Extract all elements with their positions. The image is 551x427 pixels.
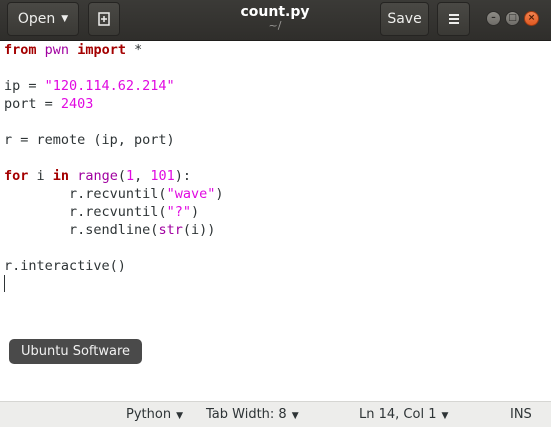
window-title-area: count.py ~/ [200, 4, 350, 32]
code-line: r.sendline(str(i)) [4, 222, 216, 238]
window-title: count.py [240, 4, 310, 20]
code-line: ​ [4, 113, 223, 131]
code-editor[interactable]: from pwn import *​ip = "120.114.62.214"p… [0, 41, 551, 401]
window-subtitle: ~/ [268, 19, 282, 32]
chevron-down-icon: ▼ [441, 411, 449, 421]
code-line: r.recvuntil("wave") [4, 186, 224, 202]
code-line: for i in range(1, 101): [4, 168, 192, 184]
minimize-icon[interactable]: – [486, 11, 501, 26]
status-bar: Python ▼ Tab Width: 8 ▼ Ln 14, Col 1 ▼ INS [0, 401, 551, 427]
close-icon[interactable]: × [524, 11, 539, 26]
hamburger-menu-icon [448, 14, 459, 24]
open-button-label: Open [17, 11, 56, 27]
ubuntu-software-tooltip: Ubuntu Software [9, 339, 143, 364]
cursor-position-label: Ln 14, Col 1 [359, 407, 437, 422]
cursor-position-selector[interactable]: Ln 14, Col 1 ▼ [359, 407, 448, 424]
save-button[interactable]: Save [380, 2, 429, 36]
chevron-down-icon: ▼ [61, 14, 69, 24]
code-line: ​ [4, 275, 223, 293]
code-line: ​ [4, 149, 223, 167]
header-bar: Open ▼ count.py ~/ Save – □ × [0, 0, 551, 41]
new-document-button[interactable] [88, 2, 120, 36]
language-selector[interactable]: Python ▼ [126, 407, 183, 424]
code-line: r.interactive() [4, 258, 126, 274]
code-line: r.recvuntil("?") [4, 204, 200, 220]
text-cursor [4, 275, 5, 292]
code-text: from pwn import *​ip = "120.114.62.214"p… [4, 41, 223, 293]
language-label: Python [126, 407, 172, 422]
code-line: ip = "120.114.62.214" [4, 78, 175, 94]
menu-button[interactable] [437, 2, 470, 36]
code-line: ​ [4, 59, 223, 77]
tab-width-label: Tab Width: 8 [206, 407, 287, 422]
open-button[interactable]: Open ▼ [7, 2, 79, 36]
code-line: from pwn import * [4, 42, 143, 58]
code-line: ​ [4, 239, 223, 257]
maximize-icon[interactable]: □ [505, 11, 520, 26]
tab-width-selector[interactable]: Tab Width: 8 ▼ [206, 407, 299, 424]
insert-mode-indicator: INS [510, 407, 532, 422]
code-line: r = remote (ip, port) [4, 132, 175, 148]
new-document-icon [98, 12, 110, 26]
code-line: port = 2403 [4, 96, 94, 112]
chevron-down-icon: ▼ [176, 411, 183, 421]
chevron-down-icon: ▼ [291, 411, 299, 421]
